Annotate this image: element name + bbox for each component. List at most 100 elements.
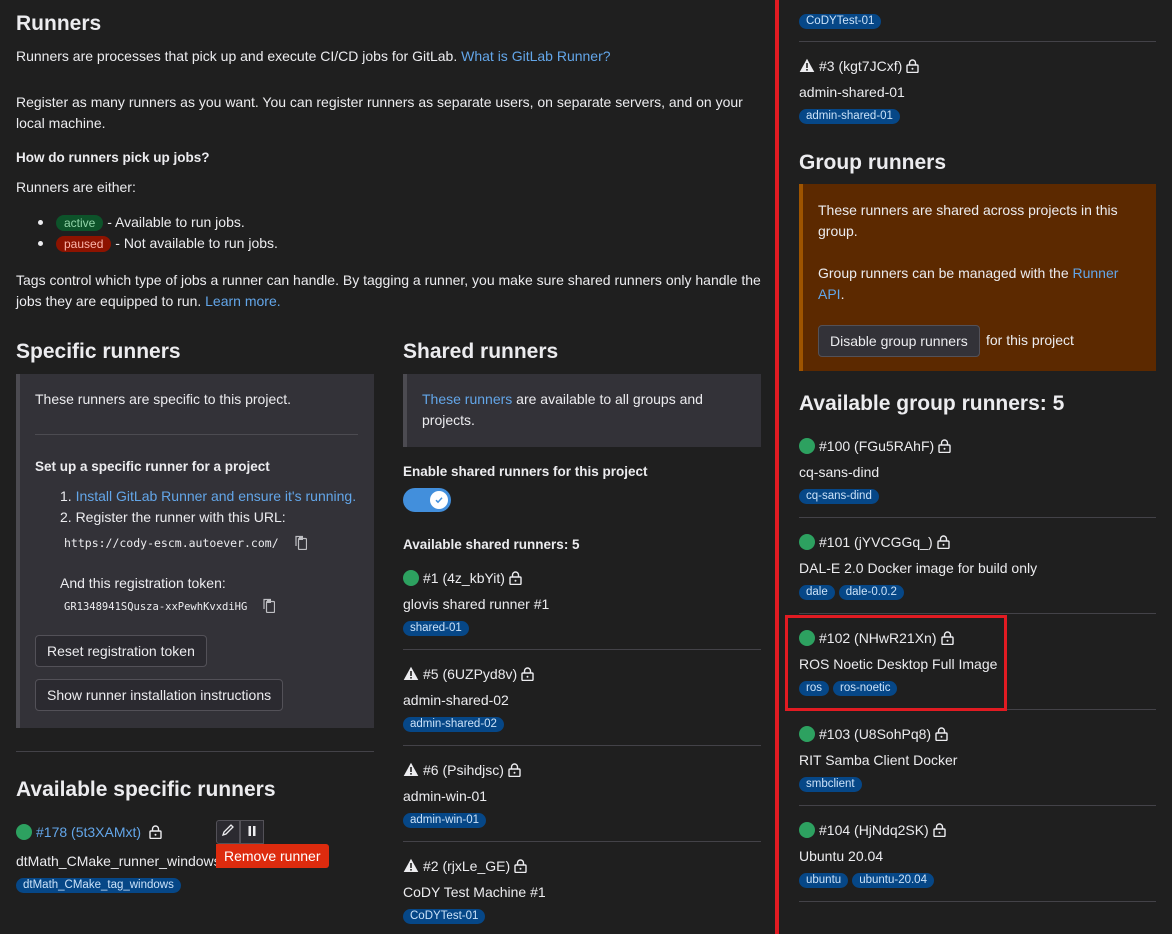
runner-id: #5 (6UZPyd8v) [423,666,518,682]
specific-panel-text: These runners are specific to this proje… [35,391,292,407]
remove-runner-button[interactable]: Remove runner [216,844,329,868]
warning-icon [799,58,815,73]
lock-icon [935,726,948,742]
registration-token: GR1348941SQusza-xxPewhKvxdiHG [64,601,248,613]
runner-name: admin-shared-01 [799,84,905,100]
codytest-tag: CoDYTest-01 [799,14,882,29]
lock-icon [149,824,162,840]
enable-shared-label: Enable shared runners for this project [403,464,648,479]
runner-tag: admin-shared-02 [403,717,504,732]
lock-icon [933,822,946,838]
setup-steps: 1. Install GitLab Runner and ensure it's… [60,486,370,616]
runner-item: #6 (Psihdjsc) admin-win-01 admin-win-01 [403,760,761,828]
runner-tag: CoDYTest-01 [403,909,486,924]
runner-name: RIT Samba Client Docker [799,752,958,768]
state-item-paused: paused - Not available to run jobs. [16,233,761,254]
runner-tags: admin-shared-01 [799,106,1156,124]
lock-icon [514,858,527,874]
edit-icon[interactable] [216,820,240,844]
state-item-active: active - Available to run jobs. [16,212,761,233]
runner-tags: admin-win-01 [403,810,761,828]
runner-title: #103 (U8SohPq8) [799,724,1156,744]
copy-token-icon[interactable] [263,597,276,614]
highlight-box [785,615,1007,711]
runner-title: #101 (jYVCGGq_) [799,532,1156,552]
reset-token-button[interactable]: Reset registration token [35,635,207,667]
online-status-icon [799,822,815,838]
runner-tag: admin-shared-01 [799,109,900,124]
highlight-divider [775,0,779,934]
runner-divider [799,517,1156,518]
runner-tag: ubuntu-20.04 [852,873,934,888]
runner-name: glovis shared runner #1 [403,596,550,612]
specific-runners-panel: These runners are specific to this proje… [16,374,374,728]
warning-icon [403,666,419,681]
learn-more-link[interactable]: Learn more. [205,293,280,309]
online-status-icon [799,534,815,550]
runner-id: #101 (jYVCGGq_) [819,534,933,550]
runner-actions: Remove runner [216,820,374,868]
runner-divider [799,41,1156,42]
online-status-icon [799,726,815,742]
shared-runners-toggle[interactable] [403,488,451,512]
runner-title: #6 (Psihdjsc) [403,760,761,780]
token-label: And this registration token: [60,575,226,591]
tags-text: Tags control which type of jobs a runner… [16,272,761,309]
these-runners-link[interactable]: These runners [422,391,512,407]
online-status-icon [16,824,32,840]
runner-id: #1 (4z_kbYit) [423,570,505,586]
specific-runner-item: #178 (5t3XAMxt) Remove runner dtMath_CMa… [16,820,374,893]
runner-name: admin-shared-02 [403,692,509,708]
runner-tag: dale-0.0.2 [838,585,904,600]
runner-item: #104 (HjNdq2SK) Ubuntu 20.04 ubuntu ubuntu-… [799,820,1156,888]
install-runner-link[interactable]: Install GitLab Runner and ensure it's ru… [76,488,357,504]
runner-title: #100 (FGu5RAhF) [799,436,1156,456]
lock-icon [906,58,919,74]
disable-group-runners-button[interactable]: Disable group runners [818,325,980,357]
state-list: active - Available to run jobs. paused -… [16,212,761,254]
url-row: https://cody-escm.autoever.com/ [64,531,370,553]
lock-icon [938,438,951,454]
runner-item: #101 (jYVCGGq_) DAL-E 2.0 Docker image fo… [799,532,1156,600]
specific-runners-title: Specific runners [16,340,181,363]
runner-id: #6 (Psihdjsc) [423,762,504,778]
pause-icon[interactable] [240,820,264,844]
runner-name: DAL-E 2.0 Docker image for build only [799,560,1038,576]
copy-url-icon[interactable] [294,534,307,551]
runner-divider [799,613,1156,614]
runner-title: #3 (kgt7JCxf) [799,56,1156,76]
runner-tag: dtMath_CMake_tag_windows [16,878,181,893]
runner-item: #5 (6UZPyd8v) admin-shared-02 admin-shared… [403,664,761,732]
runner-name: admin-win-01 [403,788,488,804]
specific-divider [16,751,374,752]
runner-title: #1 (4z_kbYit) [403,568,761,588]
runner-tag: cq-sans-dind [799,489,879,504]
runner-item: #2 (rjxLe_GE) CoDY Test Machine #1 CoDYTes… [403,856,761,924]
either-text: Runners are either: [16,179,136,195]
runner-tags: dale dale-0.0.2 [799,582,1156,600]
online-status-icon [799,438,815,454]
runner-name: Ubuntu 20.04 [799,848,884,864]
available-shared-label: Available shared runners: 5 [403,537,580,552]
pickup-heading: How do runners pick up jobs? [16,150,210,165]
group-runners-title: Group runners [799,151,947,174]
runner-tag: dale [799,585,835,600]
runner-id: #104 (HjNdq2SK) [819,822,929,838]
online-status-icon [403,570,419,586]
runner-divider [799,805,1156,806]
runner-id: #100 (FGu5RAhF) [819,438,935,454]
runner-title: #2 (rjxLe_GE) [403,856,761,876]
show-instructions-button[interactable]: Show runner installation instructions [35,679,284,711]
runner-178-link[interactable]: #178 (5t3XAMxt) [36,824,141,840]
runner-item: #3 (kgt7JCxf) admin-shared-01 admin-shared… [799,56,1156,124]
shared-runners-title: Shared runners [403,340,559,363]
panel-divider [35,434,358,435]
runner-item: #1 (4z_kbYit)glovis shared runner #1 shar… [403,568,761,636]
runner-tag: ubuntu [799,873,849,888]
runner-tags: ubuntu ubuntu-20.04 [799,870,1156,888]
runner-tags: CoDYTest-01 [403,906,761,924]
step-1: 1. Install GitLab Runner and ensure it's… [60,488,357,504]
what-is-runner-link[interactable]: What is GitLab Runner? [461,48,610,64]
registration-url: https://cody-escm.autoever.com/ [64,536,279,550]
runner-tag: shared-01 [403,621,469,636]
